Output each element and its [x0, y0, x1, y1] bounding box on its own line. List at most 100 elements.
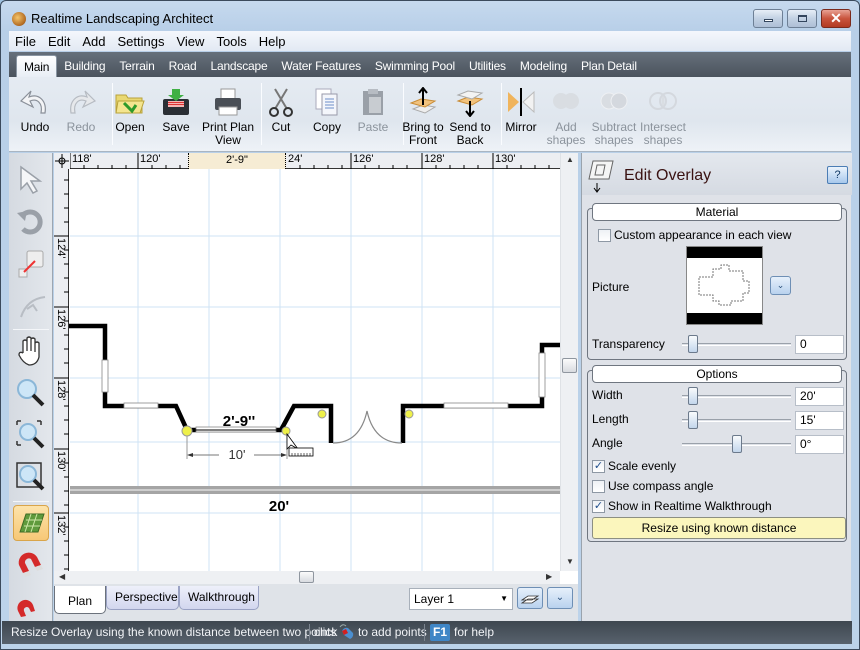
menu-add[interactable]: Add — [76, 34, 111, 49]
tab-perspective[interactable]: Perspective — [106, 586, 179, 610]
tab-main[interactable]: Main — [16, 55, 58, 77]
layers-button[interactable] — [517, 587, 543, 609]
status-separator — [424, 624, 425, 641]
tab-swimming-pool[interactable]: Swimming Pool — [368, 55, 462, 77]
snap-tool-secondary[interactable] — [13, 589, 49, 625]
tab-modeling[interactable]: Modeling — [513, 55, 574, 77]
paste-button[interactable]: Paste — [349, 79, 397, 149]
material-header: Material — [592, 203, 842, 221]
tab-walkthrough[interactable]: Walkthrough — [179, 586, 259, 610]
ruler-label: 130' — [495, 153, 516, 165]
ruler-measure-label: 2'-9" — [226, 154, 248, 166]
measure-point[interactable] — [281, 426, 291, 436]
scroll-up-icon[interactable]: ▲ — [566, 155, 574, 164]
measure-length-label: 10' — [229, 447, 246, 462]
status-message: Resize Overlay using the known distance … — [11, 625, 337, 639]
print-plan-view-button[interactable]: Print Plan View — [202, 79, 254, 149]
ruler-label: 124' — [55, 238, 67, 259]
layer-select[interactable]: Layer 1 ▼ — [409, 588, 513, 610]
subtract-shapes-icon — [600, 92, 628, 110]
magnet-small-icon — [17, 599, 35, 617]
transparency-slider[interactable] — [682, 343, 791, 346]
menu-help[interactable]: Help — [253, 34, 292, 49]
resize-tool[interactable] — [13, 245, 49, 281]
ruler-left: 124' 126' 128' 130' 132' — [54, 169, 69, 571]
tab-water-features[interactable]: Water Features — [274, 55, 367, 77]
resize-known-distance-button[interactable]: Resize using known distance — [592, 517, 846, 539]
transparency-input[interactable]: 0 — [795, 335, 844, 354]
tab-terrain[interactable]: Terrain — [112, 55, 161, 77]
app-window: Realtime Landscaping Architect ✕ File Ed… — [0, 0, 860, 650]
length-slider[interactable] — [682, 419, 791, 422]
show-walkthrough-checkbox[interactable]: ✓ — [592, 500, 605, 513]
scroll-right-icon[interactable]: ▶ — [546, 572, 552, 581]
subtract-shapes-button[interactable]: Subtract shapes — [590, 79, 638, 149]
length-input[interactable]: 15' — [795, 411, 844, 430]
layer-options-button[interactable]: ⌄ — [547, 587, 573, 609]
open-button[interactable]: Open — [106, 79, 154, 149]
layer-select-value: Layer 1 — [414, 592, 455, 606]
dropdown-arrow-icon: ▼ — [500, 594, 508, 603]
overlay-tool[interactable] — [13, 505, 49, 541]
custom-appearance-checkbox[interactable] — [598, 229, 611, 242]
horizontal-scroll-thumb[interactable] — [299, 571, 314, 583]
show-walkthrough-label: Show in Realtime Walkthrough — [608, 499, 772, 513]
send-to-back-button[interactable]: Send to Back — [446, 79, 494, 149]
width-slider-thumb[interactable] — [687, 387, 698, 405]
angle-slider-thumb[interactable] — [731, 435, 742, 453]
vertical-scrollbar[interactable]: ▲ ▼ — [560, 153, 578, 571]
select-tool[interactable] — [13, 161, 49, 197]
maximize-button[interactable] — [787, 9, 817, 28]
add-shapes-button[interactable]: Add shapes — [542, 79, 590, 149]
plan-drawing[interactable]: 2'-9'' 10' 20' — [54, 153, 560, 571]
horizontal-scrollbar[interactable]: ◀ ▶ — [54, 571, 560, 584]
snap-tool[interactable] — [13, 547, 49, 583]
tab-landscape[interactable]: Landscape — [204, 55, 275, 77]
scale-evenly-checkbox[interactable]: ✓ — [592, 460, 605, 473]
pan-tool[interactable] — [13, 333, 49, 369]
tab-building[interactable]: Building — [57, 55, 112, 77]
menu-settings[interactable]: Settings — [112, 34, 171, 49]
vertical-scroll-thumb[interactable] — [562, 358, 577, 373]
arc-tool[interactable] — [13, 287, 49, 323]
minimize-icon — [764, 19, 773, 22]
scroll-down-icon[interactable]: ▼ — [566, 557, 574, 566]
plan-canvas[interactable]: 2'-9'' 10' 20' 118' 120' 2'-9" 24' 126' … — [54, 153, 578, 584]
intersect-shapes-button[interactable]: Intersect shapes — [639, 79, 687, 149]
rotate-tool[interactable] — [13, 203, 49, 239]
menu-file[interactable]: File — [9, 34, 42, 49]
picture-preview[interactable] — [686, 246, 763, 325]
f1-key-badge: F1 — [430, 624, 450, 641]
undo-button[interactable]: Undo — [11, 79, 59, 149]
cut-button[interactable]: Cut — [257, 79, 305, 149]
tab-road[interactable]: Road — [162, 55, 204, 77]
tab-utilities[interactable]: Utilities — [462, 55, 513, 77]
width-slider[interactable] — [682, 395, 791, 398]
minimize-button[interactable] — [753, 9, 783, 28]
ruler-origin[interactable] — [54, 153, 70, 169]
zoom-fit-tool[interactable] — [13, 459, 49, 495]
copy-button[interactable]: Copy — [303, 79, 351, 149]
width-input[interactable]: 20' — [795, 387, 844, 406]
angle-input[interactable]: 0° — [795, 435, 844, 454]
scroll-left-icon[interactable]: ◀ — [59, 572, 65, 581]
transparency-slider-thumb[interactable] — [687, 335, 698, 353]
picture-dropdown-button[interactable]: ⌄ — [770, 276, 791, 295]
zoom-tool[interactable] — [13, 375, 49, 411]
save-button[interactable]: Save — [152, 79, 200, 149]
help-button[interactable]: ? — [827, 166, 848, 184]
tab-plan[interactable]: Plan — [54, 586, 106, 614]
menu-view[interactable]: View — [170, 34, 210, 49]
zoom-region-tool[interactable] — [13, 417, 49, 453]
redo-button[interactable]: Redo — [57, 79, 105, 149]
material-group: Material Custom appearance in each view … — [587, 203, 847, 360]
measure-point[interactable] — [181, 425, 193, 437]
menu-edit[interactable]: Edit — [42, 34, 76, 49]
ruler-label: 118' — [72, 153, 92, 165]
menu-tools[interactable]: Tools — [210, 34, 252, 49]
close-button[interactable]: ✕ — [821, 9, 851, 28]
compass-angle-checkbox[interactable] — [592, 480, 605, 493]
overlay-windows — [101, 352, 546, 433]
tab-plan-detail[interactable]: Plan Detail — [574, 55, 644, 77]
length-slider-thumb[interactable] — [687, 411, 698, 429]
